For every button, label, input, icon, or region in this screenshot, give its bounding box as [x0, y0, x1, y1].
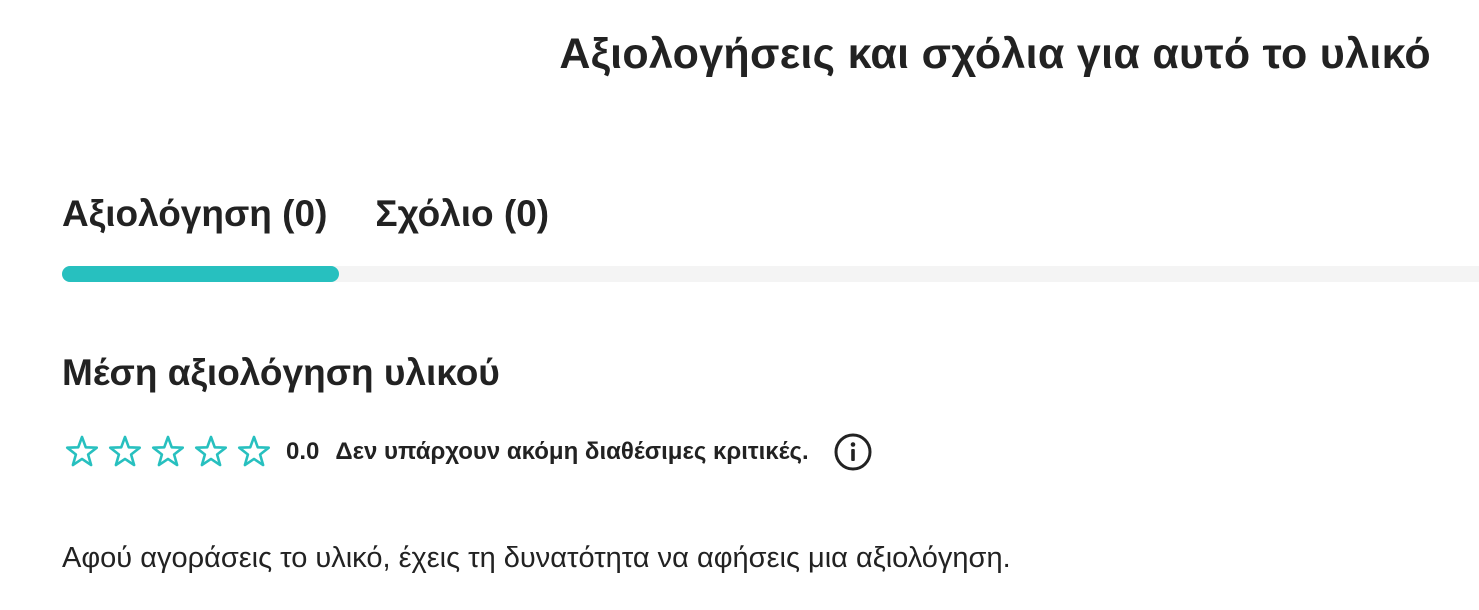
review-eligibility-notice: Αφού αγοράσεις το υλικό, έχεις τη δυνατό… [62, 542, 1011, 574]
rating-value: 0.0 [286, 438, 320, 465]
rating-summary: 0.0 Δεν υπάρχουν ακόμη διαθέσιμες κριτικ… [64, 430, 873, 474]
star-icon [150, 434, 186, 470]
star-icon [64, 434, 100, 470]
star-icon [107, 434, 143, 470]
star-rating [64, 434, 272, 470]
tab-bar: Αξιολόγηση (0) Σχόλιο (0) [62, 190, 549, 238]
star-icon [193, 434, 229, 470]
no-reviews-text: Δεν υπάρχουν ακόμη διαθέσιμες κριτικές. [335, 438, 809, 465]
tab-track [62, 266, 1479, 282]
info-icon[interactable] [833, 432, 873, 472]
star-icon [236, 434, 272, 470]
page-title: Αξιολογήσεις και σχόλια για αυτό το υλικ… [559, 30, 1431, 78]
active-tab-indicator [62, 266, 339, 282]
tab-ratings[interactable]: Αξιολόγηση (0) [62, 190, 327, 238]
tab-comments[interactable]: Σχόλιο (0) [375, 190, 549, 238]
average-rating-heading: Μέση αξιολόγηση υλικού [62, 352, 500, 393]
